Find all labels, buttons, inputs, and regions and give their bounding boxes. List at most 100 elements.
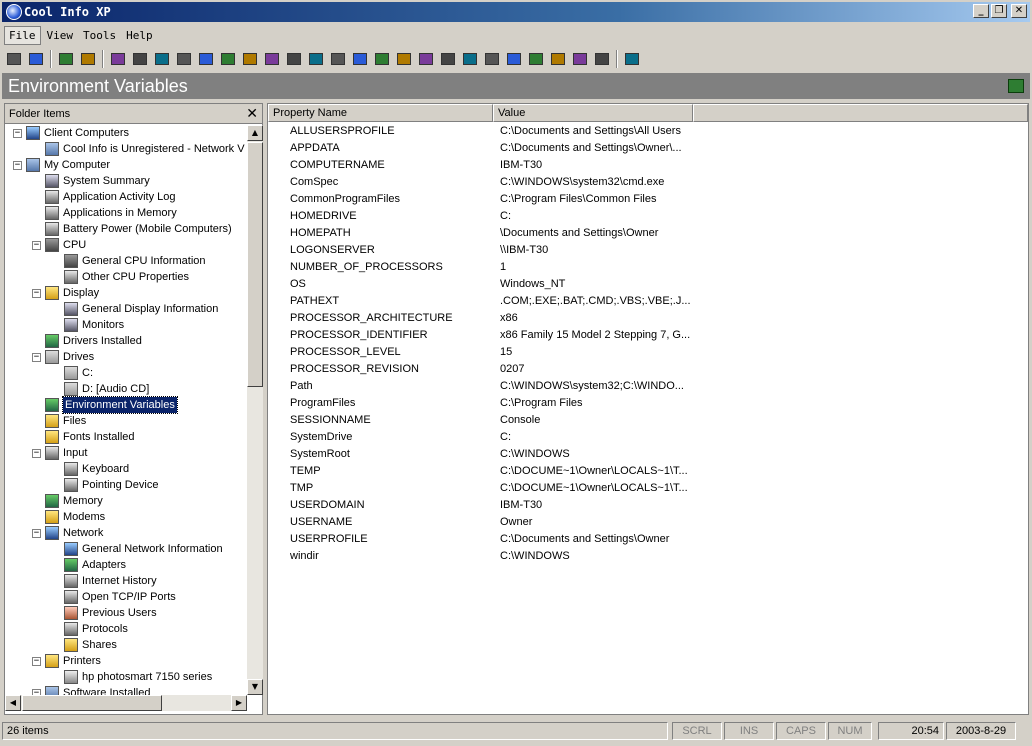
tree-item-label[interactable]: Other CPU Properties	[82, 269, 189, 285]
menu-file[interactable]: File	[4, 25, 41, 45]
table-row[interactable]: CommonProgramFiles C:\Program Files\Commo…	[268, 191, 1028, 208]
fonts-icon[interactable]	[262, 49, 282, 69]
menu-tools[interactable]: Tools	[79, 27, 120, 44]
cpu-icon[interactable]	[130, 49, 150, 69]
modem-icon[interactable]	[328, 49, 348, 69]
table-row[interactable]: APPDATA C:\Documents and Settings\Owner\.…	[268, 140, 1028, 157]
tree-item-label[interactable]: General CPU Information	[82, 253, 206, 269]
table-row[interactable]: PROCESSOR_LEVEL 15	[268, 344, 1028, 361]
printer-icon[interactable]	[4, 49, 24, 69]
horizontal-scroll-thumb[interactable]	[22, 695, 162, 711]
tree-item-label[interactable]: Drivers Installed	[63, 333, 142, 349]
table-row[interactable]: ComSpec C:\WINDOWS\system32\cmd.exe	[268, 174, 1028, 191]
tree-item-label[interactable]: Client Computers	[44, 125, 129, 141]
tree-item[interactable]: General CPU Information	[51, 253, 206, 269]
column-header-value[interactable]: Value	[493, 104, 693, 122]
tree-item-label[interactable]: Internet History	[82, 573, 157, 589]
tree-expander-icon[interactable]: −	[32, 240, 41, 250]
tree-item-label[interactable]: Open TCP/IP Ports	[82, 589, 176, 605]
tree-item-label[interactable]: hp photosmart 7150 series	[82, 669, 212, 685]
tree-item[interactable]: Applications in Memory	[32, 205, 177, 221]
drivers-icon[interactable]	[174, 49, 194, 69]
table-row[interactable]: windir C:\WINDOWS	[268, 548, 1028, 565]
tree-expander-icon[interactable]: −	[32, 656, 41, 666]
tree-item[interactable]: D: [Audio CD]	[51, 381, 149, 397]
tasks-icon[interactable]	[592, 49, 612, 69]
tree-vertical-scrollbar[interactable]: ▲ ▼	[247, 125, 263, 695]
tree-item[interactable]: Cool Info is Unregistered - Network V	[32, 141, 245, 157]
sound-icon[interactable]	[548, 49, 568, 69]
tree-horizontal-scrollbar[interactable]: ◀ ▶	[5, 695, 247, 711]
table-row[interactable]: USERNAME Owner	[268, 514, 1028, 531]
tree-item[interactable]: Memory	[32, 493, 103, 509]
close-pane-icon[interactable]: ✕	[246, 104, 258, 124]
shares-icon[interactable]	[482, 49, 502, 69]
tree-expander-icon[interactable]: −	[13, 128, 22, 138]
tree-item[interactable]: Adapters	[51, 557, 126, 573]
printers-icon[interactable]	[504, 49, 524, 69]
tree-item[interactable]: − Client Computers	[13, 125, 129, 141]
menu-view[interactable]: View	[43, 27, 78, 44]
env-icon[interactable]	[218, 49, 238, 69]
files-icon[interactable]	[240, 49, 260, 69]
tree-item-label[interactable]: Shares	[82, 637, 117, 653]
help-icon[interactable]	[622, 49, 642, 69]
tree-item[interactable]: − Software Installed	[32, 685, 150, 695]
restore-button[interactable]: ❐	[991, 4, 1007, 18]
tree-item[interactable]: Fonts Installed	[32, 429, 135, 445]
title-bar[interactable]: Cool Info XP _ ❐ ✕	[2, 2, 1030, 22]
table-row[interactable]: SESSIONNAME Console	[268, 412, 1028, 429]
tree-item-label[interactable]: General Network Information	[82, 541, 223, 557]
table-row[interactable]: SystemRoot C:\WINDOWS	[268, 446, 1028, 463]
menu-help[interactable]: Help	[122, 27, 157, 44]
report-icon[interactable]	[56, 49, 76, 69]
tree-item-label[interactable]: Network	[63, 525, 103, 541]
tree-item[interactable]: − Input	[32, 445, 87, 461]
tree-expander-icon[interactable]: −	[13, 160, 22, 170]
tree-item[interactable]: General Network Information	[51, 541, 223, 557]
tree-item-label[interactable]: Applications in Memory	[63, 205, 177, 221]
tree-item-label[interactable]: C:	[82, 365, 93, 381]
tree-item-label[interactable]: Fonts Installed	[63, 429, 135, 445]
tree-item-label[interactable]: Drives	[63, 349, 94, 365]
drives-icon[interactable]	[196, 49, 216, 69]
table-row[interactable]: ALLUSERSPROFILE C:\Documents and Settings…	[268, 123, 1028, 140]
tree-item[interactable]: − My Computer	[13, 157, 110, 173]
table-row[interactable]: HOMEPATH \Documents and Settings\Owner	[268, 225, 1028, 242]
tree-item[interactable]: Files	[32, 413, 86, 429]
minimize-button[interactable]: _	[973, 4, 989, 18]
table-row[interactable]: USERDOMAIN IBM-T30	[268, 497, 1028, 514]
column-header-property-name[interactable]: Property Name	[268, 104, 493, 122]
scroll-left-button[interactable]: ◀	[5, 695, 21, 711]
table-row[interactable]: LOGONSERVER \\IBM-T30	[268, 242, 1028, 259]
tree-expander-icon[interactable]: −	[32, 528, 41, 538]
tree-item[interactable]: − CPU	[32, 237, 86, 253]
computer-icon[interactable]	[108, 49, 128, 69]
tree-item-label[interactable]: Application Activity Log	[63, 189, 176, 205]
tree-item[interactable]: Internet History	[51, 573, 157, 589]
tree-item[interactable]: Battery Power (Mobile Computers)	[32, 221, 232, 237]
tree-item[interactable]: − Network	[32, 525, 103, 541]
tree-item[interactable]: − Display	[32, 285, 99, 301]
table-row[interactable]: HOMEDRIVE C:	[268, 208, 1028, 225]
tree-item-label[interactable]: Display	[63, 285, 99, 301]
scroll-up-button[interactable]: ▲	[247, 125, 263, 141]
table-row[interactable]: OS Windows_NT	[268, 276, 1028, 293]
protocols-icon[interactable]	[460, 49, 480, 69]
tree-item[interactable]: Modems	[32, 509, 105, 525]
tree-item[interactable]: Protocols	[51, 621, 128, 637]
tree-item-label[interactable]: System Summary	[63, 173, 150, 189]
tree-item-label[interactable]: General Display Information	[82, 301, 218, 317]
tree-item[interactable]: Drivers Installed	[32, 333, 142, 349]
tree-item-label[interactable]: Adapters	[82, 557, 126, 573]
tree-expander-icon[interactable]: −	[32, 288, 41, 298]
tree-item-label[interactable]: Cool Info is Unregistered - Network V	[63, 141, 245, 157]
tree-item-label[interactable]: Printers	[63, 653, 101, 669]
history-icon[interactable]	[394, 49, 414, 69]
services-icon[interactable]	[570, 49, 590, 69]
ports-icon[interactable]	[416, 49, 436, 69]
scroll-right-button[interactable]: ▶	[231, 695, 247, 711]
tree-item-label[interactable]: Modems	[63, 509, 105, 525]
table-row[interactable]: TEMP C:\DOCUME~1\Owner\LOCALS~1\T...	[268, 463, 1028, 480]
table-row[interactable]: PROCESSOR_REVISION 0207	[268, 361, 1028, 378]
